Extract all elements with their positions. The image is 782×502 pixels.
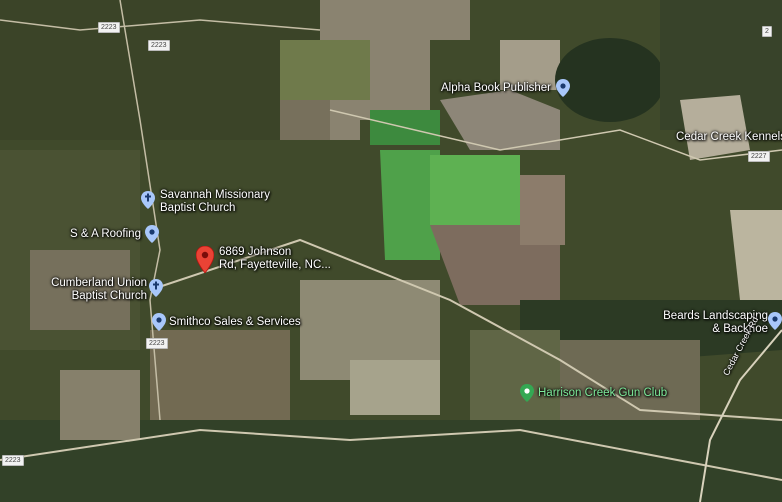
road-shield-2227: 2227 <box>748 151 770 162</box>
satellite-imagery <box>0 0 782 502</box>
road-shield-top-right: 2 <box>762 26 772 37</box>
place-label-alpha-book-publisher[interactable]: Alpha Book Publisher <box>441 82 551 95</box>
address-label-line1[interactable]: 6869 Johnson <box>219 246 291 259</box>
location-pin-icon[interactable] <box>556 79 570 97</box>
place-label-cumberland-union-line2[interactable]: Baptist Church <box>47 290 147 303</box>
park-pin-icon[interactable] <box>520 384 534 402</box>
address-label-line2[interactable]: Rd, Fayetteville, NC... <box>219 259 331 272</box>
satellite-map[interactable]: 2223 2223 2223 2223 2227 2 Alpha Book Pu… <box>0 0 782 502</box>
road-shield-2223-a: 2223 <box>98 22 120 33</box>
road-shield-2223-d: 2223 <box>2 455 24 466</box>
place-label-savannah-missionary-line2[interactable]: Baptist Church <box>160 202 235 215</box>
place-label-savannah-missionary-line1[interactable]: Savannah Missionary <box>160 189 270 202</box>
place-label-smithco[interactable]: Smithco Sales & Services <box>169 316 301 329</box>
place-label-cedar-creek-kennels[interactable]: Cedar Creek Kennels <box>676 131 782 144</box>
location-pin-icon[interactable] <box>152 313 166 331</box>
location-pin-icon[interactable] <box>145 225 159 243</box>
church-cross-icon[interactable] <box>149 279 163 297</box>
church-cross-icon[interactable] <box>141 191 155 209</box>
location-pin-icon[interactable] <box>768 312 782 330</box>
road-shield-2223-b: 2223 <box>148 40 170 51</box>
red-marker-icon[interactable] <box>196 246 214 273</box>
place-label-cumberland-union-line1[interactable]: Cumberland Union <box>47 277 147 290</box>
place-label-s-a-roofing[interactable]: S & A Roofing <box>70 228 141 241</box>
place-label-harrison-creek[interactable]: Harrison Creek Gun Club <box>538 387 667 400</box>
road-shield-2223-c: 2223 <box>146 338 168 349</box>
